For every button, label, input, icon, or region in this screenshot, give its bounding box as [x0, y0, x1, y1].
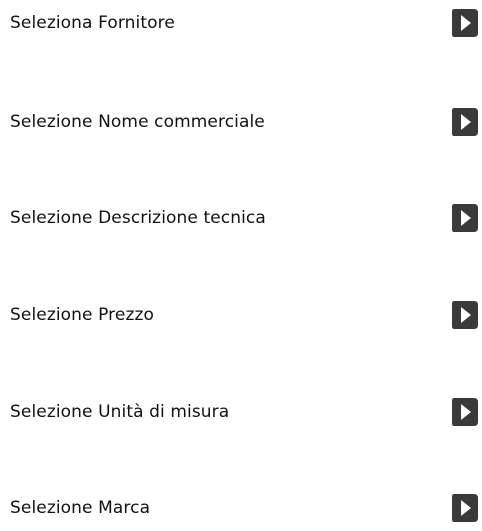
menu-item-prezzo[interactable]: Selezione Prezzo	[0, 292, 482, 338]
play-arrow-icon[interactable]	[450, 298, 480, 332]
play-arrow-icon[interactable]	[450, 491, 480, 525]
play-arrow-icon[interactable]	[450, 201, 480, 235]
menu-item-nome-commerciale[interactable]: Selezione Nome commerciale	[0, 99, 482, 145]
play-arrow-icon[interactable]	[450, 6, 480, 40]
play-arrow-icon[interactable]	[450, 105, 480, 139]
menu-item-unita-di-misura[interactable]: Selezione Unità di misura	[0, 389, 482, 435]
menu-item-label: Selezione Unità di misura	[10, 402, 230, 422]
menu-item-label: Seleziona Fornitore	[10, 13, 175, 33]
selection-menu: Seleziona Fornitore Selezione Nome comme…	[0, 0, 482, 526]
menu-item-label: Selezione Descrizione tecnica	[10, 208, 266, 228]
menu-item-fornitore[interactable]: Seleziona Fornitore	[0, 0, 482, 46]
menu-item-label: Selezione Prezzo	[10, 305, 154, 325]
menu-item-marca[interactable]: Selezione Marca	[0, 485, 482, 531]
menu-item-label: Selezione Marca	[10, 498, 151, 518]
play-arrow-icon[interactable]	[450, 395, 480, 429]
menu-item-descrizione-tecnica[interactable]: Selezione Descrizione tecnica	[0, 195, 482, 241]
menu-item-label: Selezione Nome commerciale	[10, 112, 265, 132]
